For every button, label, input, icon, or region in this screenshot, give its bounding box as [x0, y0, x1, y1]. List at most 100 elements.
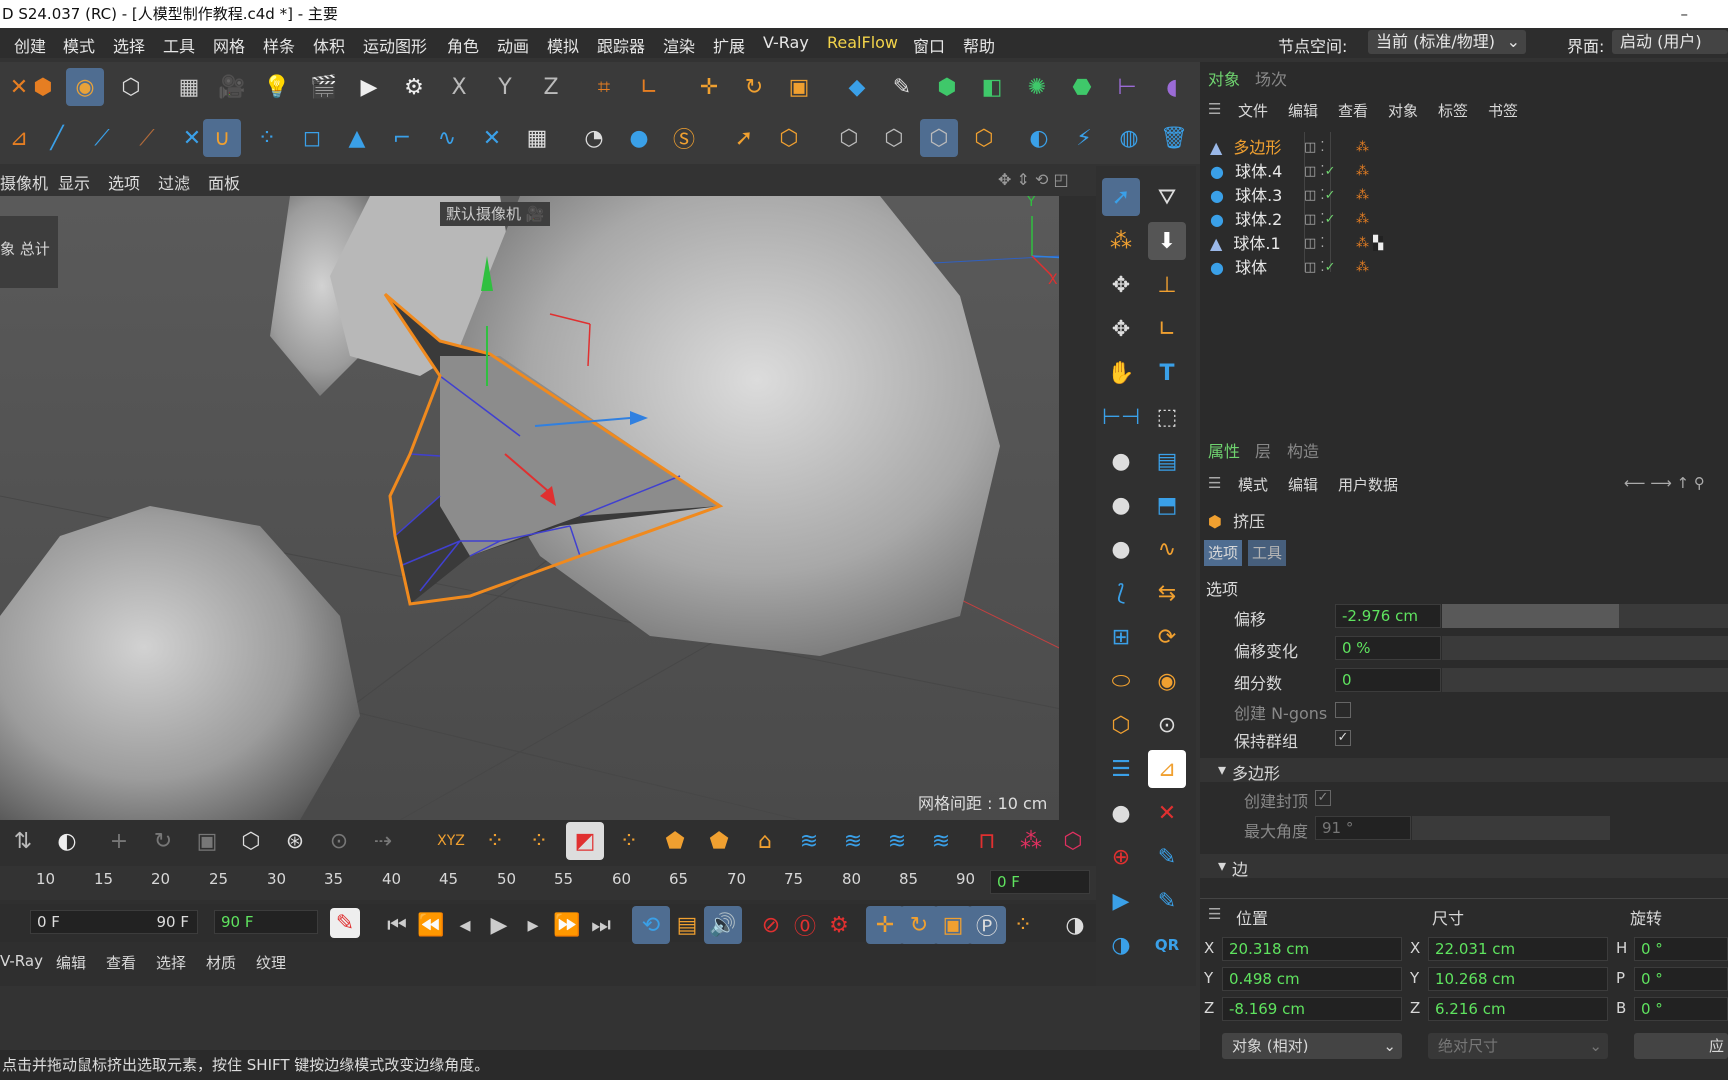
drag-tool-icon[interactable]: ✥: [1102, 310, 1140, 348]
rot-p-field[interactable]: 0 °: [1634, 967, 1728, 991]
book-icon[interactable]: ⊓: [968, 822, 1006, 860]
attr-menu-edit[interactable]: 编辑: [1288, 474, 1318, 495]
lasso-icon[interactable]: ⬚: [1148, 398, 1186, 436]
measure-icon[interactable]: ⊿: [0, 119, 38, 157]
view-menu-filter[interactable]: 过滤: [158, 170, 190, 194]
max-angle-slider[interactable]: [1412, 816, 1610, 840]
list-item[interactable]: ● 球体: [1210, 254, 1267, 277]
tab-objects[interactable]: 对象: [1208, 66, 1240, 90]
key-move-icon[interactable]: ✛: [866, 906, 904, 944]
current-frame-field[interactable]: 0 F: [990, 870, 1090, 894]
add-point-icon[interactable]: +: [100, 822, 138, 860]
menu-render[interactable]: 渲染: [663, 33, 695, 57]
edge-section-header[interactable]: ▾ 边: [1200, 854, 1728, 879]
tags-column[interactable]: ⁂ ⁂ ⁂ ⁂ ⁂ ▚ ⁂: [1356, 136, 1384, 280]
spheres-icon[interactable]: ●: [620, 119, 658, 157]
corner-icon[interactable]: ∟: [1148, 310, 1186, 348]
viewport[interactable]: 象 总计 默认摄像机 🎥 Y Z X 网格间距 : 10 cm: [0, 196, 1096, 820]
om-menu-edit[interactable]: 编辑: [1288, 100, 1318, 121]
rot-h-field[interactable]: 0 °: [1634, 937, 1728, 961]
smooth-brush-icon[interactable]: ●: [1102, 442, 1140, 480]
record-icon[interactable]: ⊘: [752, 906, 790, 944]
play-icon[interactable]: ▶: [480, 906, 518, 944]
uv-mode-icon[interactable]: ⌐: [383, 119, 421, 157]
hamburger-icon[interactable]: ☰: [1208, 474, 1221, 492]
tab-attributes[interactable]: 属性: [1208, 438, 1240, 462]
start-frame-field[interactable]: 0 F 90 F: [30, 910, 198, 934]
fracture-icon[interactable]: ⬣: [1063, 68, 1101, 106]
span-icon[interactable]: ⊢⊣: [1102, 398, 1140, 436]
pla-key-icon[interactable]: ⊙: [320, 822, 358, 860]
workplane-icon[interactable]: ⬡: [112, 68, 150, 106]
list-item[interactable]: ● 球体.2: [1210, 206, 1282, 229]
menu-tracker[interactable]: 跟踪器: [597, 33, 645, 57]
box-select-icon[interactable]: ⬡: [770, 119, 808, 157]
pin-icon[interactable]: ⊥: [1148, 266, 1186, 304]
list-item[interactable]: ▲ 球体.1: [1210, 230, 1281, 253]
size-x-field[interactable]: 22.031 cm: [1428, 937, 1608, 961]
hamburger-icon[interactable]: ☰: [1208, 905, 1221, 923]
subdivision-slider[interactable]: [1442, 668, 1728, 692]
viewport-solo-icon[interactable]: ◉: [66, 68, 104, 106]
menu-tools[interactable]: 工具: [163, 33, 195, 57]
size-z-field[interactable]: 6.216 cm: [1428, 997, 1608, 1021]
offset-slider[interactable]: [1442, 604, 1728, 628]
world-axis-icon[interactable]: ⌗: [585, 68, 623, 106]
target-icon[interactable]: ⊕: [1102, 838, 1140, 876]
model-mode-icon[interactable]: ⬡: [830, 119, 868, 157]
go-start-icon[interactable]: ⏮: [378, 906, 416, 944]
mat-menu-vray[interactable]: V-Ray: [0, 952, 43, 970]
menu-select[interactable]: 选择: [113, 33, 145, 57]
pos-z-field[interactable]: -8.169 cm: [1222, 997, 1402, 1021]
menu-window[interactable]: 窗口: [913, 33, 945, 57]
create-caps-checkbox[interactable]: ✓: [1315, 790, 1331, 806]
menu-mode[interactable]: 模式: [63, 33, 95, 57]
light-icon[interactable]: 💡: [258, 68, 296, 106]
pen-icon[interactable]: ✎: [883, 68, 921, 106]
trash-icon[interactable]: 🗑: [1155, 119, 1193, 157]
move-icon[interactable]: ✛: [690, 68, 728, 106]
egg-add-icon[interactable]: ◐: [48, 822, 86, 860]
mesh-grid-icon[interactable]: ⬢: [24, 68, 62, 106]
layers-y-icon[interactable]: ≋: [878, 822, 916, 860]
box-icon[interactable]: ⬡: [1102, 706, 1140, 744]
play-circle-icon[interactable]: ▶: [1102, 882, 1140, 920]
render-view-icon[interactable]: 🎬: [305, 68, 343, 106]
key-icon[interactable]: ⇅: [4, 822, 42, 860]
subdivision-field[interactable]: 0: [1335, 668, 1441, 692]
edge-mode-icon[interactable]: ◻: [293, 119, 331, 157]
om-menu-tags[interactable]: 标签: [1438, 100, 1468, 121]
list-item[interactable]: ▲ 多边形: [1210, 134, 1281, 157]
scale-icon[interactable]: ▣: [780, 68, 818, 106]
cube-icon[interactable]: ◆: [838, 68, 876, 106]
view-menu-options[interactable]: 选项: [108, 170, 140, 194]
snap-icon[interactable]: ◔: [575, 119, 613, 157]
camera-icon[interactable]: 🎥: [213, 68, 251, 106]
tab-takes[interactable]: 场次: [1255, 66, 1287, 90]
grid-tool-icon[interactable]: ⊞: [1102, 618, 1140, 656]
points-icon[interactable]: ⁘: [610, 822, 648, 860]
select-cursor-icon[interactable]: ➚: [725, 119, 763, 157]
attr-menu-userdata[interactable]: 用户数据: [1338, 474, 1398, 495]
cube-key-icon[interactable]: ⬡: [232, 822, 270, 860]
pentagon-down-icon[interactable]: ⬟: [700, 822, 738, 860]
rot-b-field[interactable]: 0 °: [1634, 997, 1728, 1021]
cloner-icon[interactable]: ✺: [1018, 68, 1056, 106]
visibility-column[interactable]: ◫ ⁚ ◫ ⁚✓ ◫ ⁚✓ ◫ ⁚✓ ◫ ⁚ ◫ ⁚✓: [1304, 136, 1335, 280]
keyframe-toggle-icon[interactable]: ✎: [330, 908, 360, 938]
rotate-obj-icon[interactable]: ⟳: [1148, 618, 1186, 656]
qr-icon[interactable]: QR: [1148, 926, 1186, 964]
list-tool-icon[interactable]: ☰: [1102, 750, 1140, 788]
push-down-icon[interactable]: ⬇: [1148, 222, 1186, 260]
attr-menu-mode[interactable]: 模式: [1238, 474, 1268, 495]
brush2-icon[interactable]: ✎: [1148, 882, 1186, 920]
mat-menu-material[interactable]: 材质: [206, 952, 236, 973]
path-icon[interactable]: ∿: [1148, 530, 1186, 568]
subtab-tool[interactable]: 工具: [1248, 540, 1287, 566]
swap-icon[interactable]: ⇆: [1148, 574, 1186, 612]
eye-icon[interactable]: ⁘: [520, 822, 558, 860]
keep-groups-checkbox[interactable]: ✓: [1335, 730, 1351, 746]
mat-menu-select[interactable]: 选择: [156, 952, 186, 973]
tab-layers[interactable]: 层: [1255, 438, 1271, 462]
film-icon[interactable]: ▤: [668, 906, 706, 944]
